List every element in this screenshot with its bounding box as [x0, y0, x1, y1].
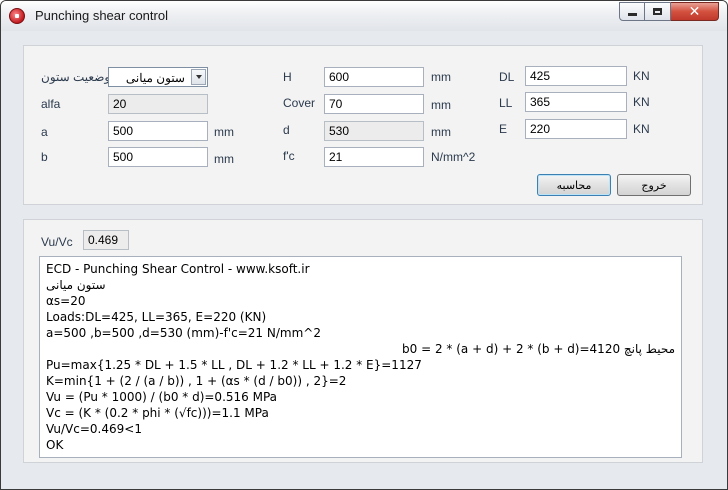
app-icon[interactable]	[9, 8, 25, 24]
column-position-dropdown-button[interactable]	[191, 69, 206, 85]
output-line: Pu=max{1.25 * DL + 1.5 * LL , DL + 1.2 *…	[46, 358, 422, 372]
fc-label: f'c	[283, 149, 295, 163]
output-line: Vc = (K * (0.2 * phi * (√fc)))=1.1 MPa	[46, 406, 269, 420]
result-label: Vu/Vc	[41, 235, 73, 249]
output-line: محیط پانچ b0 = 2 * (a + d) + 2 * (b + d)…	[402, 342, 675, 356]
output-line: Vu = (Pu * 1000) / (b0 * d)=0.516 MPa	[46, 390, 278, 404]
minimize-icon	[627, 13, 637, 16]
column-position-value: ستون میانی	[125, 71, 185, 85]
e-label: E	[499, 122, 508, 136]
h-unit: mm	[431, 70, 451, 84]
d-field[interactable]	[324, 121, 424, 141]
close-button[interactable]: ✕	[671, 2, 719, 21]
cover-label: Cover	[283, 96, 316, 110]
output-textbox[interactable]: ECD - Punching Shear Control - www.ksoft…	[39, 256, 682, 458]
fc-unit: N/mm^2	[431, 150, 476, 164]
a-field[interactable]	[108, 121, 208, 141]
output-line: Vu/Vc=0.469<1	[46, 422, 142, 436]
calculate-button[interactable]: محاسبه	[537, 174, 611, 196]
ll-label: LL	[499, 96, 513, 110]
dl-label: DL	[499, 70, 515, 84]
h-label: H	[283, 70, 292, 84]
a-unit: mm	[214, 125, 234, 139]
b-unit: mm	[214, 152, 234, 166]
chevron-down-icon	[195, 75, 202, 79]
column-position-label: وضعیت ستون	[41, 70, 111, 84]
e-unit: KN	[633, 122, 650, 136]
column-position-select[interactable]: ستون میانی	[108, 67, 208, 87]
ll-field[interactable]	[525, 92, 627, 112]
window-title: Punching shear control	[35, 8, 168, 23]
window: Punching shear control ✕ وضعیت ستون ستون…	[0, 0, 728, 490]
cover-field[interactable]	[324, 94, 424, 114]
maximize-icon	[653, 8, 662, 15]
cover-unit: mm	[431, 98, 451, 112]
output-line: a=500 ,b=500 ,d=530 (mm)-f'c=21 N/mm^2	[46, 326, 321, 340]
output-line: OK	[46, 438, 64, 452]
ll-unit: KN	[633, 95, 650, 109]
b-field[interactable]	[108, 147, 208, 167]
title-bar[interactable]: Punching shear control ✕	[1, 1, 727, 31]
d-label: d	[283, 123, 290, 137]
a-label: a	[41, 125, 48, 139]
fc-field[interactable]	[324, 147, 424, 167]
minimize-button[interactable]	[619, 2, 645, 21]
dl-field[interactable]	[525, 66, 627, 86]
output-line: ستون میانی	[46, 278, 106, 292]
result-field[interactable]	[83, 230, 129, 250]
maximize-button[interactable]	[645, 2, 671, 21]
d-unit: mm	[431, 125, 451, 139]
alfa-field[interactable]	[108, 94, 208, 114]
b-label: b	[41, 150, 48, 164]
exit-button[interactable]: خروج	[617, 174, 691, 196]
dl-unit: KN	[633, 69, 650, 83]
alfa-label: alfa	[41, 97, 61, 111]
h-field[interactable]	[324, 67, 424, 87]
output-line: Loads:DL=425, LL=365, E=220 (KN)	[46, 310, 267, 324]
e-field[interactable]	[525, 119, 627, 139]
output-line: ECD - Punching Shear Control - www.ksoft…	[46, 262, 310, 276]
output-line: K=min{1 + (2 / (a / b)) , 1 + (αs * (d /…	[46, 374, 347, 388]
close-icon: ✕	[688, 3, 701, 20]
output-line: αs=20	[46, 294, 86, 308]
